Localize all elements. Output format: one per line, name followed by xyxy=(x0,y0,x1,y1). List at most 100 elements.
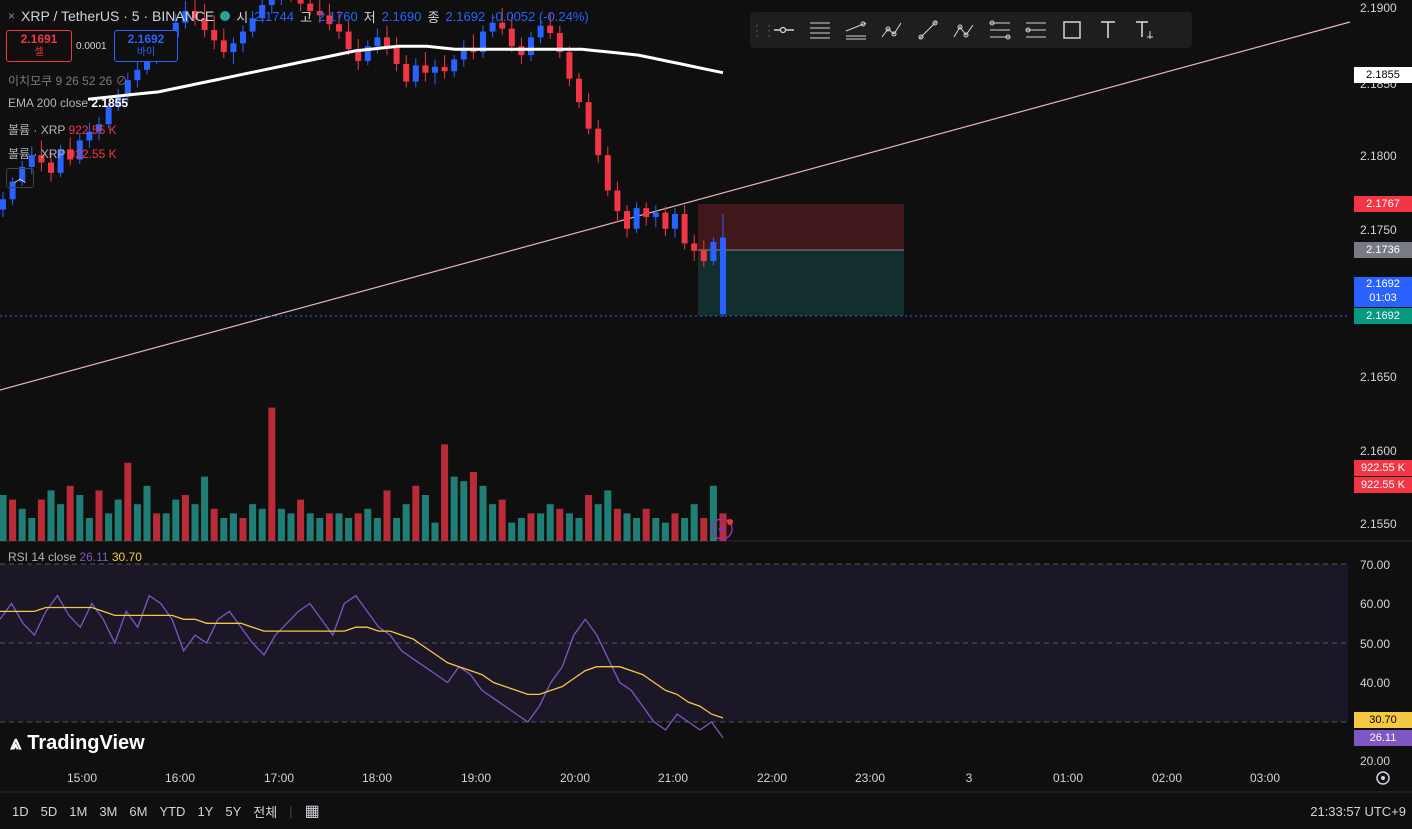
drag-handle-icon[interactable]: ⋮⋮ xyxy=(750,22,776,39)
symbol-legend: × XRP / TetherUS · 5 · BINANCE 시 2.1744 고… xyxy=(8,6,589,26)
candle-body xyxy=(624,211,630,229)
clock[interactable]: 21:33:57 UTC+9 xyxy=(1310,804,1406,819)
symbol-name[interactable]: XRP / TetherUS · 5 · BINANCE xyxy=(21,8,214,24)
volume-bar xyxy=(402,504,410,541)
price-tick: 2.1800 xyxy=(1360,149,1397,163)
market-status-icon[interactable] xyxy=(220,11,231,21)
price-tick: 2.1600 xyxy=(1360,444,1397,458)
volume-bar xyxy=(9,499,17,541)
volume-bar xyxy=(172,499,180,541)
position-target-zone[interactable] xyxy=(698,250,904,316)
range-1m[interactable]: 1M xyxy=(69,804,87,819)
candle-body xyxy=(0,199,7,210)
rsi-ma-value: 30.70 xyxy=(111,550,142,564)
time-tick: 03:00 xyxy=(1250,771,1280,785)
volume-bar xyxy=(345,518,353,541)
volume-bar xyxy=(95,490,103,541)
chevron-up-icon[interactable]: ︿ xyxy=(6,168,34,188)
horizontal-ray-icon[interactable] xyxy=(766,12,802,48)
volume-bar xyxy=(613,508,621,541)
volume-bar xyxy=(0,495,7,541)
buy-button[interactable]: 2.1692 바이 xyxy=(114,30,178,62)
range-3m[interactable]: 3M xyxy=(99,804,117,819)
separator: | xyxy=(289,803,293,819)
date-range-icon[interactable]: ▦ xyxy=(305,801,320,821)
volume-bar xyxy=(508,522,516,541)
rsi-legend[interactable]: RSI 14 close 26.11 30.70 xyxy=(8,550,142,564)
trend-line-icon[interactable] xyxy=(910,12,946,48)
volume-bar xyxy=(306,513,314,541)
multipoint-icon[interactable] xyxy=(874,12,910,48)
candle-body xyxy=(268,0,275,6)
hidden-eye-icon[interactable]: ⊘ xyxy=(116,74,128,88)
open-value: 2.1744 xyxy=(254,8,294,24)
time-tick: 16:00 xyxy=(165,771,195,785)
text-icon[interactable] xyxy=(1090,12,1126,48)
sell-button[interactable]: 2.1691 셀 xyxy=(6,30,72,62)
volume-bar xyxy=(105,513,113,541)
volume-value: 922.55 K xyxy=(68,123,117,137)
rsi-tick: 50.00 xyxy=(1360,637,1390,651)
volume-bar xyxy=(258,508,266,541)
candle-body xyxy=(374,37,381,47)
chart-stage: 2.1900 2.1850 2.1800 2.1750 2.1650 2.160… xyxy=(0,0,1412,824)
fib-extension-icon[interactable] xyxy=(1018,12,1054,48)
low-label: 저 xyxy=(363,9,376,25)
bottom-toolbar: 1D 5D 1M 3M 6M YTD 1Y 5Y 전체 | ▦ 21:33:57… xyxy=(0,798,1412,824)
volume-legend[interactable]: 볼륨 · XRP 922.55 K xyxy=(8,121,117,138)
candle-body xyxy=(595,128,602,156)
rectangle-icon[interactable] xyxy=(1054,12,1090,48)
volume-bar xyxy=(642,508,650,541)
volume-bar xyxy=(479,485,487,541)
range-1d[interactable]: 1D xyxy=(12,804,29,819)
candle-body xyxy=(528,37,534,56)
close-label: 종 xyxy=(427,9,440,25)
volume-bar xyxy=(76,495,84,541)
spread-value: 0.0001 xyxy=(76,41,107,52)
candle-body xyxy=(691,243,698,251)
open-label: 시 xyxy=(236,9,249,25)
candle-body xyxy=(134,69,141,81)
volume-bar xyxy=(373,518,381,541)
volume-bar xyxy=(498,499,506,541)
fib-retracement-icon[interactable] xyxy=(982,12,1018,48)
close-icon[interactable]: × xyxy=(8,9,15,23)
volume-bar xyxy=(133,504,141,541)
range-5d[interactable]: 5D xyxy=(41,804,58,819)
chart-canvas[interactable]: 2.1900 2.1850 2.1800 2.1750 2.1650 2.160… xyxy=(0,0,1412,824)
volume-bar xyxy=(623,513,631,541)
parallel-channel-icon[interactable] xyxy=(802,12,838,48)
volume-bar xyxy=(412,485,420,541)
ema-legend[interactable]: EMA 200 close 2.1855 xyxy=(8,96,128,110)
anchored-text-icon[interactable] xyxy=(1126,12,1162,48)
time-tick: 22:00 xyxy=(757,771,787,785)
volume-legend[interactable]: 볼륨 · XRP 922.55 K xyxy=(8,145,117,162)
range-6m[interactable]: 6M xyxy=(129,804,147,819)
range-5y[interactable]: 5Y xyxy=(225,804,241,819)
time-tick: 21:00 xyxy=(658,771,688,785)
volume-bar xyxy=(354,513,362,541)
ema-price-tag: 2.1855 xyxy=(1354,67,1412,83)
volume-bar xyxy=(66,485,74,541)
volume-bar xyxy=(114,499,122,541)
volume-bar xyxy=(220,518,228,541)
range-1y[interactable]: 1Y xyxy=(197,804,213,819)
volume-bar xyxy=(85,518,93,541)
candle-body xyxy=(230,43,237,53)
range-ytd[interactable]: YTD xyxy=(159,804,185,819)
ichimoku-legend[interactable]: 이치모쿠 9 26 52 26 ⊘ xyxy=(8,72,128,89)
volume-bar xyxy=(690,504,698,541)
buy-label: 바이 xyxy=(136,47,156,58)
volume-bar xyxy=(671,513,679,541)
range-all[interactable]: 전체 xyxy=(253,802,277,821)
volume-bar xyxy=(325,513,333,541)
abcd-pattern-icon[interactable] xyxy=(946,12,982,48)
volume-bar xyxy=(633,518,641,541)
volume-bar xyxy=(575,518,583,541)
position-stop-zone[interactable] xyxy=(698,204,904,250)
volume-bar xyxy=(594,504,602,541)
regression-icon[interactable] xyxy=(838,12,874,48)
last-price-value: 2.1692 xyxy=(1366,278,1400,290)
candle-body xyxy=(220,40,227,53)
sell-price: 2.1691 xyxy=(20,32,58,46)
